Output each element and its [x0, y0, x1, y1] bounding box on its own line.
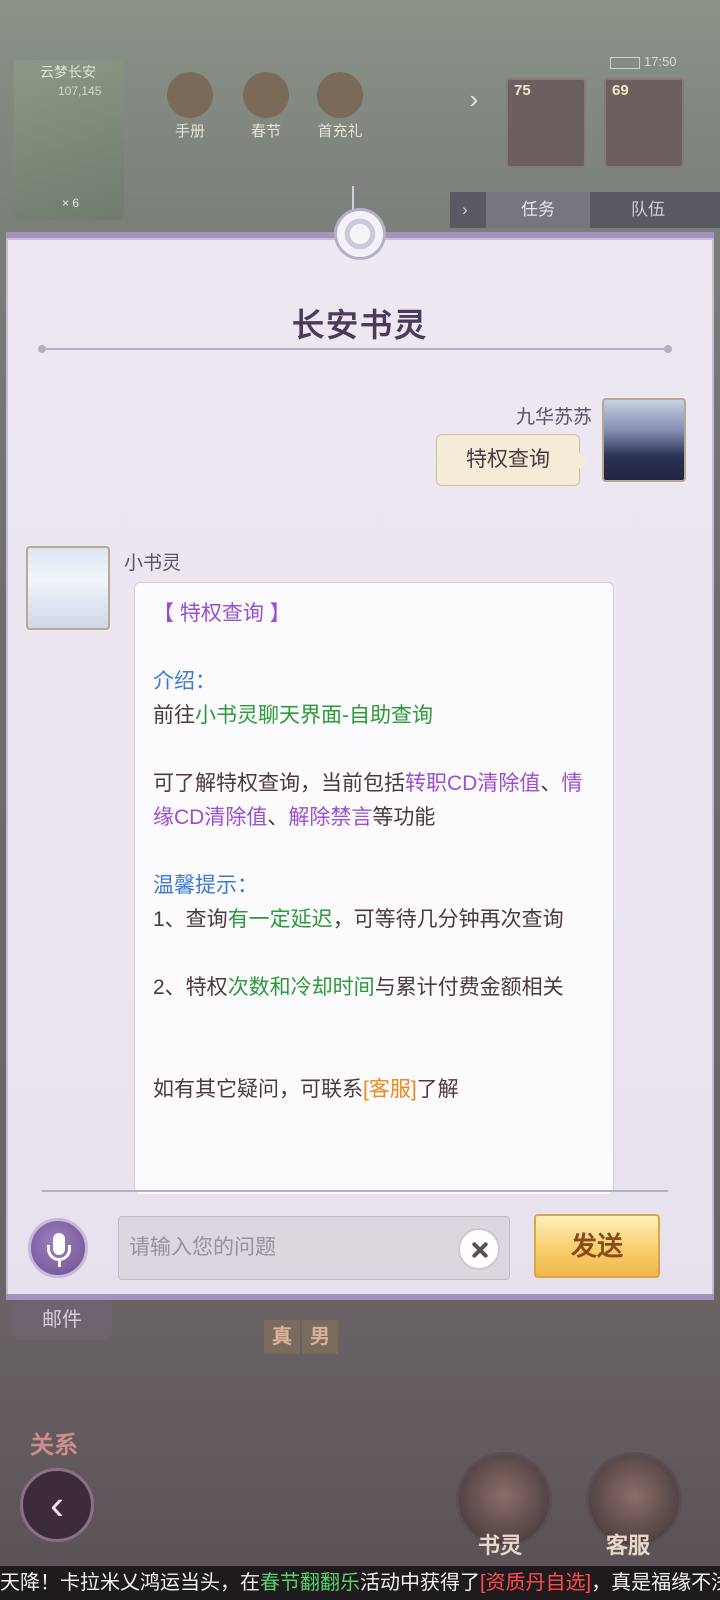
party-member-card[interactable]: 69 [604, 78, 684, 168]
dialog-knob-ornament [334, 208, 386, 260]
task-team-tabbar: › 任务 队伍 [450, 192, 720, 228]
user-message-bubble: 特权查询 [436, 434, 588, 486]
mail-button[interactable]: 邮件 [12, 1300, 112, 1340]
book-spirit-dialog: 长安书灵 九华苏苏 特权查询 小书灵 【 特权查询 】 介绍： 前往小书灵聊天界… [6, 232, 714, 1300]
party-member-level: 69 [612, 82, 629, 99]
title-divider [38, 345, 672, 353]
gender-tag: 男 [302, 1320, 338, 1354]
announcement-ticker: 天降！卡拉米乂鸿运当头，在春节翻翻乐活动中获得了[资质丹自选]，真是福缘不浅 [0, 1566, 720, 1600]
tip-two-highlight: 次数和冷却时间 [227, 976, 375, 999]
dialog-title: 长安书灵 [291, 307, 428, 343]
contact-suffix: 了解 [416, 1078, 459, 1101]
contact-line: 如有其它疑问，可联系[客服]了解 [153, 1073, 595, 1107]
battery-icon [610, 56, 640, 69]
customer-service-link[interactable]: [客服] [363, 1078, 417, 1101]
clear-input-icon[interactable] [458, 1228, 500, 1270]
minimap-title: 云梦长安 [40, 64, 96, 80]
tab-tasks[interactable]: 任务 [486, 192, 590, 228]
book-icon [167, 72, 213, 118]
book-spirit-label: 书灵 [478, 1533, 523, 1558]
party-member-card[interactable]: 75 [506, 78, 586, 168]
chevron-right-icon[interactable]: › [450, 192, 480, 228]
desc-suffix: 等功能 [372, 806, 436, 829]
top-icon-label: 手册 [174, 123, 205, 140]
ticker-prefix: 天降！卡拉米乂鸿运当头，在 [0, 1572, 260, 1594]
ticker-suffix: ，真是福缘不浅 [591, 1572, 720, 1594]
lion-icon [243, 72, 289, 118]
top-icon-spring-festival[interactable]: 春节 [236, 72, 296, 142]
user-avatar [602, 398, 686, 482]
ticker-event: 春节翻翻乐 [260, 1572, 360, 1594]
dialog-bottom-border [6, 1294, 714, 1300]
description-text: 可了解特权查询，当前包括转职CD清除值、情缘CD清除值、解除禁言等功能 [153, 767, 595, 835]
top-icon-label: 首充礼 [317, 123, 363, 140]
tip-one: 1、查询有一定延迟，可等待几分钟再次查询 [153, 903, 595, 937]
send-button[interactable]: 发送 [534, 1214, 660, 1278]
tip-one-highlight: 有一定延迟 [227, 908, 333, 931]
tips-heading: 温馨提示： [153, 874, 258, 897]
chevron-right-icon[interactable]: › [460, 84, 488, 114]
desc-item-transfer-cd: 转职CD清除值 [405, 772, 541, 795]
self-query-link[interactable]: 小书灵聊天界面-自助查询 [195, 704, 433, 727]
microphone-button[interactable] [28, 1218, 88, 1278]
bot-avatar [26, 546, 110, 630]
ticker-item: [资质丹自选] [480, 1572, 592, 1594]
desc-separator: 、 [267, 806, 289, 829]
tab-team[interactable]: 队伍 [596, 192, 700, 228]
bot-name: 小书灵 [124, 553, 182, 574]
party-member-level: 75 [514, 82, 531, 99]
tip-one-suffix: ，可等待几分钟再次查询 [332, 908, 564, 931]
relation-button[interactable]: 关系 [30, 1425, 78, 1460]
real-tag: 真 [264, 1320, 300, 1354]
intro-line: 前往小书灵聊天界面-自助查询 [153, 699, 595, 733]
status-time: 17:50 [610, 54, 677, 69]
tip-two-suffix: 与累计付费金额相关 [374, 976, 564, 999]
clock-time: 17:50 [644, 54, 677, 69]
desc-prefix: 可了解特权查询，当前包括 [153, 772, 405, 795]
back-button[interactable]: ‹ [20, 1468, 94, 1542]
bot-message-header: 【 特权查询 】 [153, 602, 291, 625]
question-input[interactable] [118, 1216, 510, 1280]
contact-prefix: 如有其它疑问，可联系 [153, 1078, 363, 1101]
intro-heading: 介绍： [153, 670, 216, 693]
user-name: 九华苏苏 [515, 407, 592, 428]
customer-service-label: 客服 [606, 1533, 651, 1558]
real-tags: 真男 [264, 1320, 340, 1354]
tip-two: 2、特权次数和冷却时间与累计付费金额相关 [153, 971, 595, 1005]
ticker-middle: 活动中获得了 [360, 1572, 480, 1594]
gift-icon [317, 72, 363, 118]
top-icon-handbook[interactable]: 手册 [160, 72, 220, 142]
bot-message-bubble: 【 特权查询 】 介绍： 前往小书灵聊天界面-自助查询 可了解特权查询，当前包括… [134, 582, 614, 1194]
minimap-coords: 107,145 [58, 84, 102, 98]
top-icon-label: 春节 [250, 123, 281, 140]
minimap-count: × 6 [62, 196, 80, 210]
tip-two-prefix: 2、特权 [153, 976, 228, 999]
top-icon-first-recharge[interactable]: 首充礼 [310, 72, 370, 142]
input-divider [42, 1190, 668, 1192]
desc-item-unmute: 解除禁言 [288, 806, 373, 829]
desc-separator: 、 [540, 772, 562, 795]
intro-prefix: 前往 [153, 704, 195, 727]
tip-one-prefix: 1、查询 [153, 908, 228, 931]
